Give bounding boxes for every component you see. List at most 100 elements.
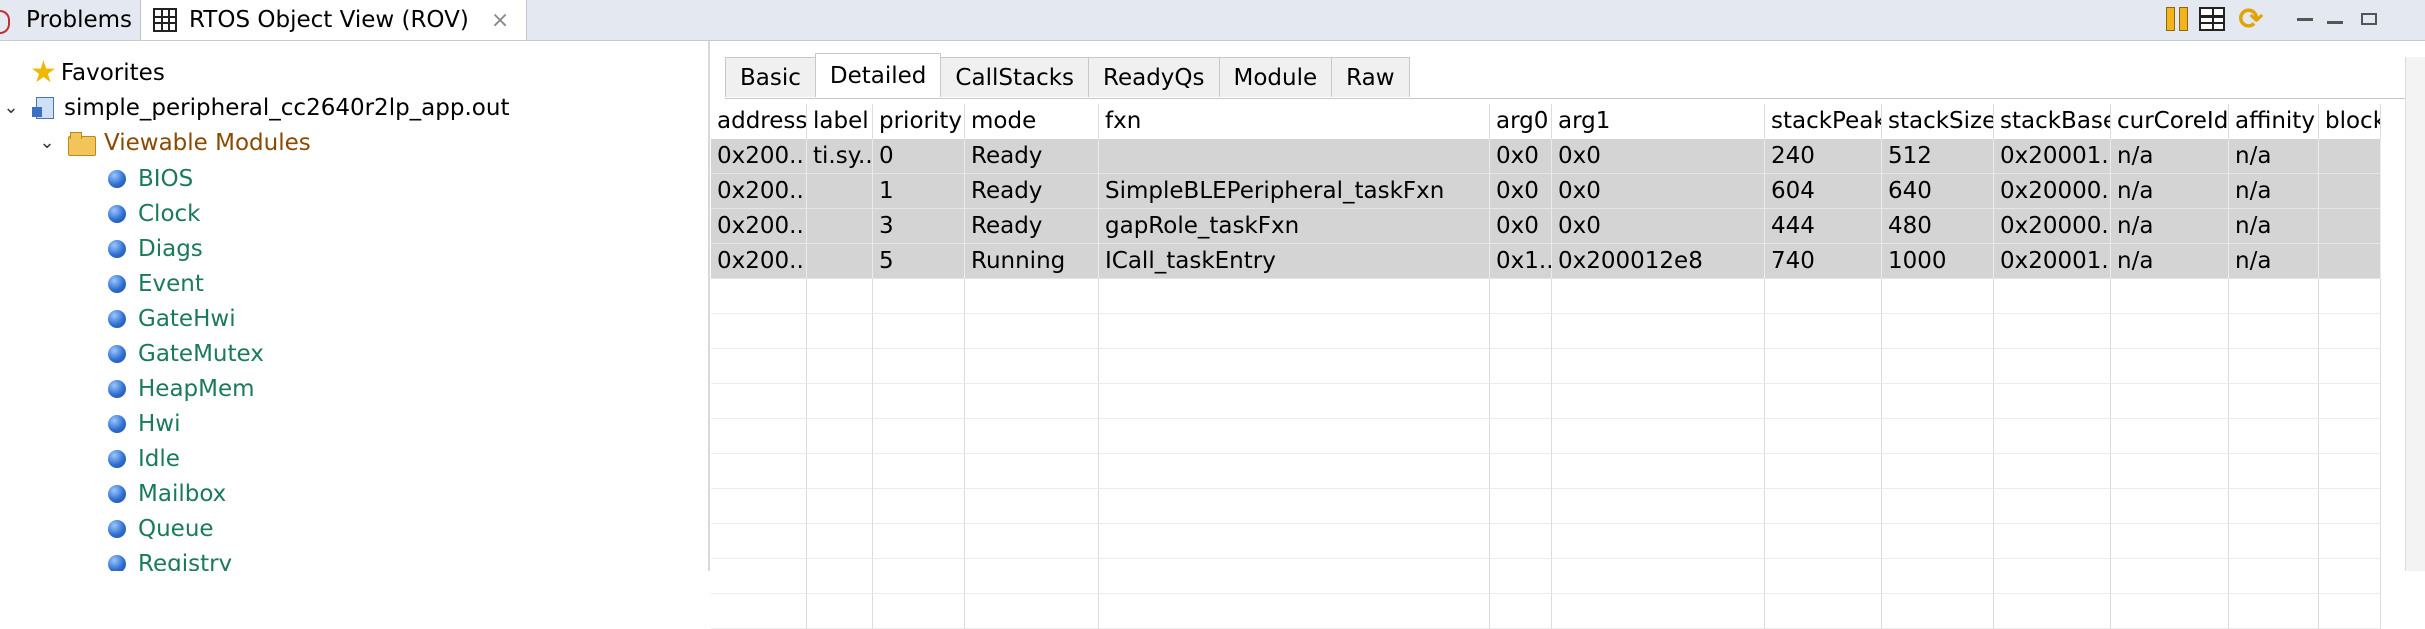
tree-item-favorites[interactable]: ★ Favorites bbox=[30, 55, 165, 90]
chevron-down-icon[interactable]: ⌄ bbox=[0, 97, 22, 118]
tab-detailed[interactable]: Detailed bbox=[814, 53, 942, 97]
column-header-affinity[interactable]: affinity bbox=[2229, 104, 2319, 139]
empty-cell bbox=[1490, 384, 1552, 419]
empty-cell bbox=[965, 489, 1099, 524]
column-header-mode[interactable]: mode bbox=[965, 104, 1099, 139]
maximize-icon[interactable] bbox=[2352, 2, 2386, 36]
tab-raw[interactable]: Raw bbox=[1331, 57, 1410, 97]
tab-readyqs[interactable]: ReadyQs bbox=[1088, 57, 1220, 97]
tree-item-queue[interactable]: Queue bbox=[108, 511, 214, 546]
tree-item-gatemutex[interactable]: GateMutex bbox=[108, 336, 264, 371]
table-row[interactable]: 0x200... 3 Ready gapRole_taskFxn 0x0 0x0 444 48… bbox=[711, 209, 2381, 244]
empty-cell bbox=[2319, 559, 2381, 594]
empty-cell bbox=[2229, 349, 2319, 384]
vertical-scrollbar[interactable] bbox=[2405, 57, 2425, 571]
table-header: address label priority mode fxn arg0 arg1 stack… bbox=[711, 104, 2381, 139]
tree-item-hwi[interactable]: Hwi bbox=[108, 406, 181, 441]
column-header-arg1[interactable]: arg1 bbox=[1552, 104, 1765, 139]
close-icon[interactable]: ⨯ bbox=[491, 8, 509, 33]
cell-curcoreid: n/a bbox=[2111, 139, 2229, 174]
empty-cell bbox=[1765, 279, 1882, 314]
table-row[interactable]: 0x200...ti.sy...0Ready0x00x02405120x2000… bbox=[711, 139, 2381, 174]
empty-cell bbox=[1882, 419, 1994, 454]
table-icon bbox=[153, 8, 177, 32]
cell-curcoreid: n/a bbox=[2111, 244, 2229, 279]
module-icon bbox=[108, 519, 126, 538]
empty-table-row bbox=[711, 524, 2381, 559]
cell-fxn: gapRole_taskFxn bbox=[1099, 209, 1490, 244]
cell-stacksize: 640 bbox=[1882, 174, 1994, 209]
tree-item-bios[interactable]: BIOS bbox=[108, 161, 193, 196]
column-header-block[interactable]: block bbox=[2319, 104, 2381, 139]
column-header-label[interactable]: label bbox=[807, 104, 873, 139]
empty-cell bbox=[1882, 594, 1994, 629]
column-header-stackpeak[interactable]: stackPeak bbox=[1765, 104, 1882, 139]
module-label: GateHwi bbox=[138, 305, 236, 332]
cell-affinity: n/a bbox=[2229, 209, 2319, 244]
cell-block bbox=[2319, 209, 2381, 244]
tab-basic[interactable]: Basic bbox=[725, 57, 816, 97]
chevron-down-icon[interactable]: ⌄ bbox=[36, 132, 58, 153]
cell-mode: Running bbox=[965, 244, 1099, 279]
cell-stacksize: 480 bbox=[1882, 209, 1994, 244]
pause-icon[interactable] bbox=[2160, 2, 2194, 36]
empty-cell bbox=[1882, 559, 1994, 594]
empty-cell bbox=[965, 384, 1099, 419]
tree-item-clock[interactable]: Clock bbox=[108, 196, 201, 231]
column-header-fxn[interactable]: fxn bbox=[1099, 104, 1490, 139]
module-icon bbox=[108, 274, 126, 293]
empty-cell bbox=[807, 349, 873, 384]
cell-affinity: n/a bbox=[2229, 139, 2319, 174]
empty-cell bbox=[1994, 279, 2111, 314]
problems-icon bbox=[0, 7, 14, 34]
empty-cell bbox=[1552, 454, 1765, 489]
empty-cell bbox=[1765, 384, 1882, 419]
cell-fxn: SimpleBLEPeripheral_taskFxn bbox=[1099, 174, 1490, 209]
cell-curcoreid: n/a bbox=[2111, 209, 2229, 244]
view-menu-icon[interactable] bbox=[2288, 2, 2322, 36]
refresh-icon[interactable]: ⟳ bbox=[2234, 2, 2268, 37]
minimize-icon[interactable] bbox=[2318, 2, 2352, 36]
cell-block bbox=[2319, 244, 2381, 279]
column-header-stackbase[interactable]: stackBase bbox=[1994, 104, 2111, 139]
empty-cell bbox=[2229, 384, 2319, 419]
column-header-arg0[interactable]: arg0 bbox=[1490, 104, 1552, 139]
tree-item-viewable-modules[interactable]: ⌄ Viewable Modules bbox=[36, 125, 311, 160]
empty-cell bbox=[2319, 419, 2381, 454]
empty-cell bbox=[965, 524, 1099, 559]
empty-cell bbox=[2111, 594, 2229, 629]
tree-item-idle[interactable]: Idle bbox=[108, 441, 180, 476]
tab-rov[interactable]: RTOS Object View (ROV) ⨯ bbox=[140, 0, 527, 40]
pane-splitter[interactable] bbox=[708, 41, 710, 571]
table-row[interactable]: 0x200...5RunningICall_taskEntry0x1...0x2… bbox=[711, 244, 2381, 279]
cell-address: 0x200... bbox=[711, 139, 807, 174]
tab-problems[interactable]: Problems bbox=[0, 0, 137, 40]
table-row[interactable]: 0x200... 1 Ready SimpleBLEPeripheral_taskFx… bbox=[711, 174, 2381, 209]
tree-item-diags[interactable]: Diags bbox=[108, 231, 203, 266]
empty-cell bbox=[711, 419, 807, 454]
empty-cell bbox=[1552, 349, 1765, 384]
cell-priority: 3 bbox=[873, 209, 965, 244]
tree-item-registry[interactable]: Registry bbox=[108, 546, 232, 571]
tree-item-mailbox[interactable]: Mailbox bbox=[108, 476, 226, 511]
cell-affinity: n/a bbox=[2229, 244, 2319, 279]
empty-cell bbox=[807, 559, 873, 594]
empty-cell bbox=[873, 419, 965, 454]
tree-item-gatehwi[interactable]: GateHwi bbox=[108, 301, 236, 336]
column-header-priority[interactable]: priority bbox=[873, 104, 965, 139]
tree-item-project[interactable]: ⌄ simple_peripheral_cc2640r2lp_app.out bbox=[0, 90, 509, 125]
empty-table-row bbox=[711, 559, 2381, 594]
empty-cell bbox=[2229, 454, 2319, 489]
tree-item-event[interactable]: Event bbox=[108, 266, 204, 301]
column-header-curcoreid[interactable]: curCoreId bbox=[2111, 104, 2229, 139]
empty-cell bbox=[873, 454, 965, 489]
tab-module[interactable]: Module bbox=[1218, 57, 1333, 97]
cell-curcoreid: n/a bbox=[2111, 174, 2229, 209]
tree-item-heapmem[interactable]: HeapMem bbox=[108, 371, 255, 406]
tab-callstacks[interactable]: CallStacks bbox=[940, 57, 1090, 97]
empty-cell bbox=[2229, 419, 2319, 454]
empty-cell bbox=[2319, 454, 2381, 489]
column-header-stacksize[interactable]: stackSize bbox=[1882, 104, 1994, 139]
table-view-icon[interactable] bbox=[2195, 2, 2229, 36]
column-header-address[interactable]: address bbox=[711, 104, 807, 139]
